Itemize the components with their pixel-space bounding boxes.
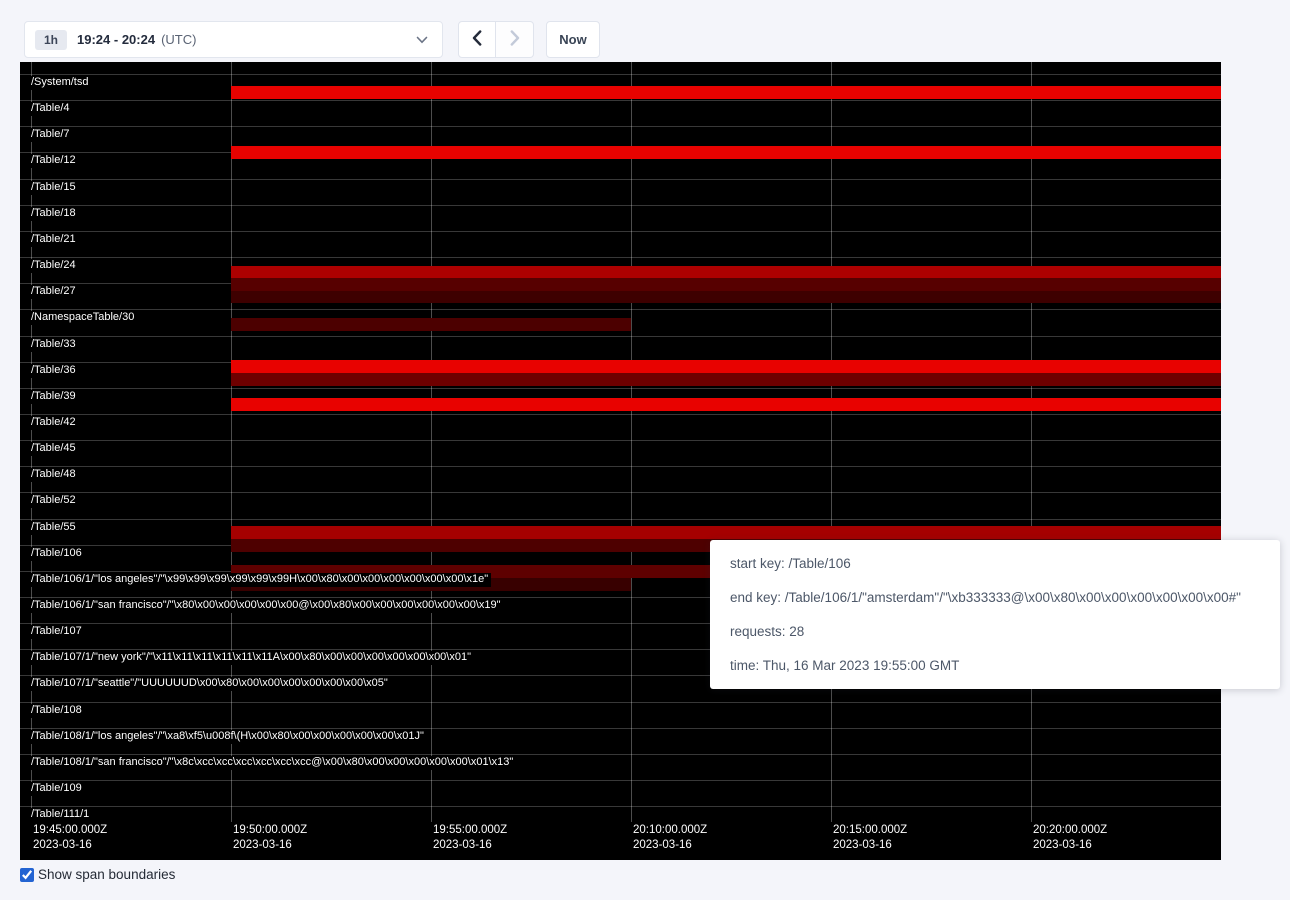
prev-interval-button[interactable] [458,21,496,58]
row-label: /Table/33 [31,338,79,352]
row-label: /Table/108/1/"los angeles"/"\xa8\xf5\u00… [31,730,427,744]
span-boundary-line [20,179,1221,180]
row-label: /Table/52 [31,494,79,508]
x-axis-date-label: 2023-03-16 [233,839,292,851]
row-label: /NamespaceTable/30 [31,311,137,325]
span-boundary-line [20,754,1221,755]
row-label: /Table/36 [31,364,79,378]
now-button[interactable]: Now [546,21,600,58]
span-boundary-line [20,492,1221,493]
duration-badge: 1h [35,30,67,50]
time-gridline [1031,62,1032,822]
heat-band[interactable] [231,278,1221,291]
span-boundary-line [20,388,1221,389]
span-boundary-line [20,100,1221,101]
row-label: /Table/18 [31,207,79,221]
span-boundary-line [20,806,1221,807]
span-boundary-line [20,702,1221,703]
row-label: /Table/27 [31,285,79,299]
heat-band[interactable] [231,360,1221,373]
span-boundary-line [20,74,1221,75]
x-axis-date-label: 2023-03-16 [33,839,92,851]
row-label: /Table/107 [31,625,85,639]
hover-tooltip: start key: /Table/106 end key: /Table/10… [710,540,1280,689]
chevron-right-icon [510,30,520,49]
span-boundary-line [20,205,1221,206]
next-interval-button[interactable] [496,21,534,58]
span-boundary-line [20,309,1221,310]
show-span-boundaries-checkbox[interactable] [20,868,34,882]
row-label: /Table/39 [31,390,79,404]
chevron-left-icon [472,30,482,49]
heat-band[interactable] [231,266,1221,278]
time-gridline [631,62,632,822]
span-boundary-line [20,440,1221,441]
heat-band[interactable] [231,398,1221,411]
show-span-boundaries-label[interactable]: Show span boundaries [38,867,175,882]
time-range-text: 19:24 - 20:24 [77,32,155,47]
heat-band[interactable] [231,86,1221,99]
time-gridline [431,62,432,822]
x-axis-time-label: 19:50:00.000Z [233,824,307,836]
row-label: /Table/111/1 [31,808,92,822]
x-axis-date-label: 2023-03-16 [433,839,492,851]
row-label: /Table/108/1/"san francisco"/"\x8c\xcc\x… [31,756,516,770]
row-label: /Table/42 [31,416,79,430]
row-label: /Table/15 [31,181,79,195]
row-label: /Table/109 [31,782,85,796]
x-axis-date-label: 2023-03-16 [633,839,692,851]
row-label: /Table/108 [31,704,85,718]
chevron-down-icon [416,36,428,44]
x-axis-time-label: 20:10:00.000Z [633,824,707,836]
span-boundary-line [20,519,1221,520]
row-label: /Table/7 [31,128,73,142]
key-visualizer-canvas[interactable]: /System/tsd/Table/4/Table/7/Table/12/Tab… [20,62,1221,860]
time-range-selector[interactable]: 1h 19:24 - 20:24 (UTC) [24,21,443,58]
span-boundary-line [20,336,1221,337]
row-label: /Table/55 [31,521,79,535]
span-boundary-line [20,466,1221,467]
time-gridline [231,62,232,822]
row-label: /Table/107/1/"seattle"/"UUUUUUD\x00\x80\… [31,677,391,691]
heat-band[interactable] [231,373,1221,386]
row-label: /Table/24 [31,259,79,273]
time-nav-group [458,21,534,58]
span-boundary-line [20,414,1221,415]
heat-band[interactable] [231,526,1221,539]
span-boundary-line [20,780,1221,781]
x-axis-date-label: 2023-03-16 [1033,839,1092,851]
span-boundary-line [20,728,1221,729]
span-boundary-line [20,231,1221,232]
tooltip-start-key: start key: /Table/106 [730,556,1260,571]
x-axis-time-label: 20:15:00.000Z [833,824,907,836]
x-axis-time-label: 20:20:00.000Z [1033,824,1107,836]
tooltip-requests: requests: 28 [730,624,1260,639]
row-label: /Table/12 [31,154,79,168]
span-boundary-line [20,257,1221,258]
timezone-text: (UTC) [161,32,196,47]
row-label: /Table/45 [31,442,79,456]
heat-band[interactable] [231,291,1221,303]
row-label: /Table/48 [31,468,79,482]
row-label: /System/tsd [31,76,91,90]
tooltip-time: time: Thu, 16 Mar 2023 19:55:00 GMT [730,658,1260,673]
tooltip-end-key: end key: /Table/106/1/"amsterdam"/"\xb33… [730,590,1260,605]
x-axis-time-label: 19:45:00.000Z [33,824,107,836]
row-label: /Table/106/1/"los angeles"/"\x99\x99\x99… [31,573,491,587]
x-axis-time-label: 19:55:00.000Z [433,824,507,836]
span-boundary-line [20,126,1221,127]
time-gridline [831,62,832,822]
footer: Show span boundaries [20,867,175,882]
row-label: /Table/4 [31,102,73,116]
heat-band[interactable] [231,318,631,331]
heat-band[interactable] [231,146,1221,159]
x-axis-date-label: 2023-03-16 [833,839,892,851]
row-label: /Table/106 [31,547,85,561]
row-label: /Table/107/1/"new york"/"\x11\x11\x11\x1… [31,651,474,665]
row-label: /Table/106/1/"san francisco"/"\x80\x00\x… [31,599,504,613]
row-label: /Table/21 [31,233,79,247]
